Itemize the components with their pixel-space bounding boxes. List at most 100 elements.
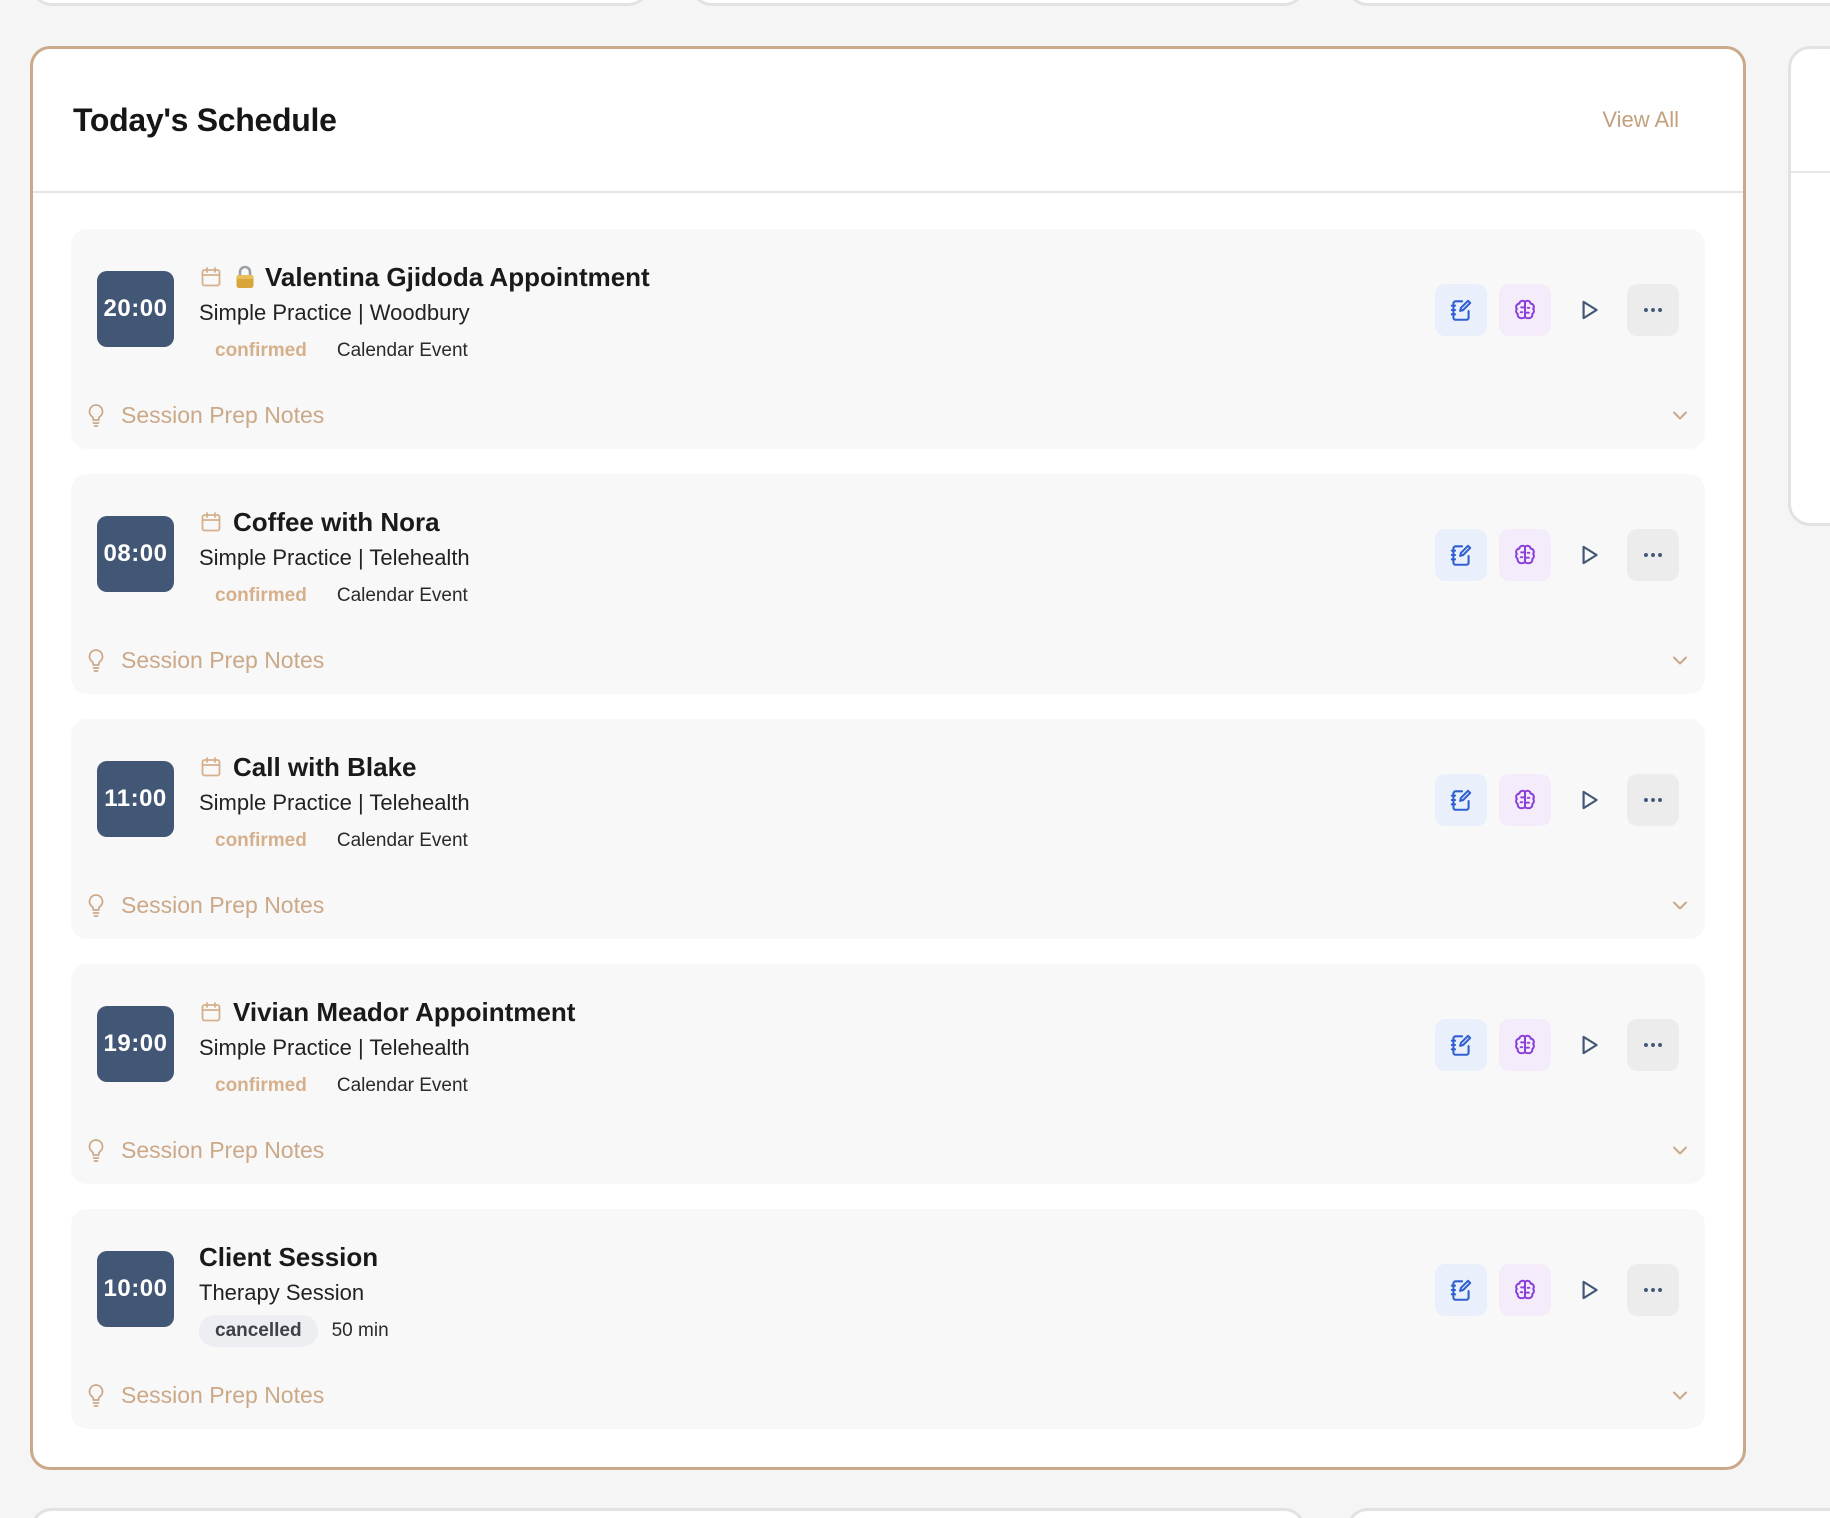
view-all-link[interactable]: View All xyxy=(1602,107,1679,133)
brain-icon xyxy=(1512,542,1538,568)
item-meta: Calendar Event xyxy=(336,585,468,606)
item-actions xyxy=(1435,1019,1679,1071)
play-icon xyxy=(1576,297,1602,323)
status-badge: cancelled xyxy=(199,1315,318,1347)
prep-left: Session Prep Notes xyxy=(85,892,324,919)
time-badge: 10:00 xyxy=(97,1251,174,1327)
item-actions xyxy=(1435,529,1679,581)
item-title-row: Valentina Gjidoda Appointment xyxy=(199,259,650,295)
dashboard-page: Today's Schedule View All 20:00 Valentin… xyxy=(0,0,1830,1518)
ai-insights-button[interactable] xyxy=(1499,774,1551,826)
item-info: Client Session Therapy Session cancelled… xyxy=(199,1239,389,1347)
session-prep-notes-label: Session Prep Notes xyxy=(121,1136,325,1163)
session-prep-notes-label: Session Prep Notes xyxy=(121,1381,325,1408)
schedule-item[interactable]: 08:00 Coffee with Nora Simple Practice |… xyxy=(71,474,1705,694)
more-options-button[interactable] xyxy=(1627,1019,1679,1071)
item-info: Vivian Meador Appointment Simple Practic… xyxy=(199,994,575,1102)
ai-insights-button[interactable] xyxy=(1499,284,1551,336)
more-icon xyxy=(1640,542,1666,568)
item-subtitle: Simple Practice | Telehealth xyxy=(199,1035,470,1060)
item-actions xyxy=(1435,1264,1679,1316)
item-info: Valentina Gjidoda Appointment Simple Pra… xyxy=(199,259,650,367)
schedule-item[interactable]: 11:00 Call with Blake Simple Practice | … xyxy=(71,719,1705,939)
session-prep-notes-toggle[interactable]: Session Prep Notes xyxy=(85,1130,1691,1170)
side-card xyxy=(1788,46,1830,526)
item-meta-row: confirmed Calendar Event xyxy=(199,580,470,612)
ai-insights-button[interactable] xyxy=(1499,529,1551,581)
calendar-icon xyxy=(199,510,223,534)
start-session-button[interactable] xyxy=(1563,529,1615,581)
status-badge: confirmed xyxy=(215,830,307,851)
session-notes-button[interactable] xyxy=(1435,1019,1487,1071)
chevron-down-icon xyxy=(1669,649,1691,671)
schedule-item[interactable]: 19:00 Vivian Meador Appointment Simple P… xyxy=(71,964,1705,1184)
lightbulb-icon xyxy=(85,402,107,428)
ai-insights-button[interactable] xyxy=(1499,1019,1551,1071)
more-options-button[interactable] xyxy=(1627,284,1679,336)
item-actions xyxy=(1435,284,1679,336)
calendar-icon xyxy=(199,265,223,289)
more-icon xyxy=(1640,297,1666,323)
notes-icon xyxy=(1448,1277,1474,1303)
play-icon xyxy=(1576,787,1602,813)
item-subtitle: Simple Practice | Woodbury xyxy=(199,300,470,325)
session-notes-button[interactable] xyxy=(1435,1264,1487,1316)
item-meta: Calendar Event xyxy=(336,340,468,361)
session-notes-button[interactable] xyxy=(1435,284,1487,336)
item-title-row: Vivian Meador Appointment xyxy=(199,994,575,1030)
more-options-button[interactable] xyxy=(1627,774,1679,826)
session-prep-notes-toggle[interactable]: Session Prep Notes xyxy=(85,395,1691,435)
item-info: Call with Blake Simple Practice | Telehe… xyxy=(199,749,470,857)
play-icon xyxy=(1576,1032,1602,1058)
start-session-button[interactable] xyxy=(1563,1019,1615,1071)
more-options-button[interactable] xyxy=(1627,1264,1679,1316)
notes-icon xyxy=(1448,1032,1474,1058)
lightbulb-icon xyxy=(85,1137,107,1163)
session-notes-button[interactable] xyxy=(1435,774,1487,826)
lock-icon xyxy=(233,264,257,290)
start-session-button[interactable] xyxy=(1563,1264,1615,1316)
session-notes-button[interactable] xyxy=(1435,529,1487,581)
schedule-item[interactable]: 10:00 Client Session Therapy Session can… xyxy=(71,1209,1705,1429)
more-options-button[interactable] xyxy=(1627,529,1679,581)
chevron-down-icon xyxy=(1669,1384,1691,1406)
session-prep-notes-label: Session Prep Notes xyxy=(121,891,325,918)
brain-icon xyxy=(1512,297,1538,323)
session-prep-notes-toggle[interactable]: Session Prep Notes xyxy=(85,885,1691,925)
chevron-down-icon xyxy=(1669,894,1691,916)
item-title-row: Call with Blake xyxy=(199,749,470,785)
item-title: Client Session xyxy=(199,1241,379,1272)
brain-icon xyxy=(1512,1032,1538,1058)
ai-insights-button[interactable] xyxy=(1499,1264,1551,1316)
item-meta-row: confirmed Calendar Event xyxy=(199,335,650,367)
more-icon xyxy=(1640,1277,1666,1303)
chevron-down-icon xyxy=(1669,404,1691,426)
lightbulb-icon xyxy=(85,892,107,918)
session-prep-notes-toggle[interactable]: Session Prep Notes xyxy=(85,640,1691,680)
background-card xyxy=(690,0,1306,6)
item-title: Vivian Meador Appointment xyxy=(233,996,576,1027)
item-subtitle: Simple Practice | Telehealth xyxy=(199,790,470,815)
chevron-down-icon xyxy=(1669,1139,1691,1161)
background-card xyxy=(30,1508,1306,1518)
calendar-icon xyxy=(199,1000,223,1024)
item-subtitle: Therapy Session xyxy=(199,1280,365,1305)
calendar-icon xyxy=(199,755,223,779)
prep-left: Session Prep Notes xyxy=(85,1137,324,1164)
card-title: Today's Schedule xyxy=(73,101,337,138)
start-session-button[interactable] xyxy=(1563,284,1615,336)
notes-icon xyxy=(1448,542,1474,568)
session-prep-notes-label: Session Prep Notes xyxy=(121,646,325,673)
more-icon xyxy=(1640,1032,1666,1058)
brain-icon xyxy=(1512,787,1538,813)
item-subtitle: Simple Practice | Telehealth xyxy=(199,545,470,570)
prep-left: Session Prep Notes xyxy=(85,402,324,429)
schedule-item[interactable]: 20:00 Valentina Gjidoda Appointment Simp… xyxy=(71,229,1705,449)
time-badge: 19:00 xyxy=(97,1006,174,1082)
session-prep-notes-toggle[interactable]: Session Prep Notes xyxy=(85,1375,1691,1415)
item-title: Call with Blake xyxy=(233,751,417,782)
start-session-button[interactable] xyxy=(1563,774,1615,826)
brain-icon xyxy=(1512,1277,1538,1303)
item-actions xyxy=(1435,774,1679,826)
time-badge: 08:00 xyxy=(97,516,174,592)
